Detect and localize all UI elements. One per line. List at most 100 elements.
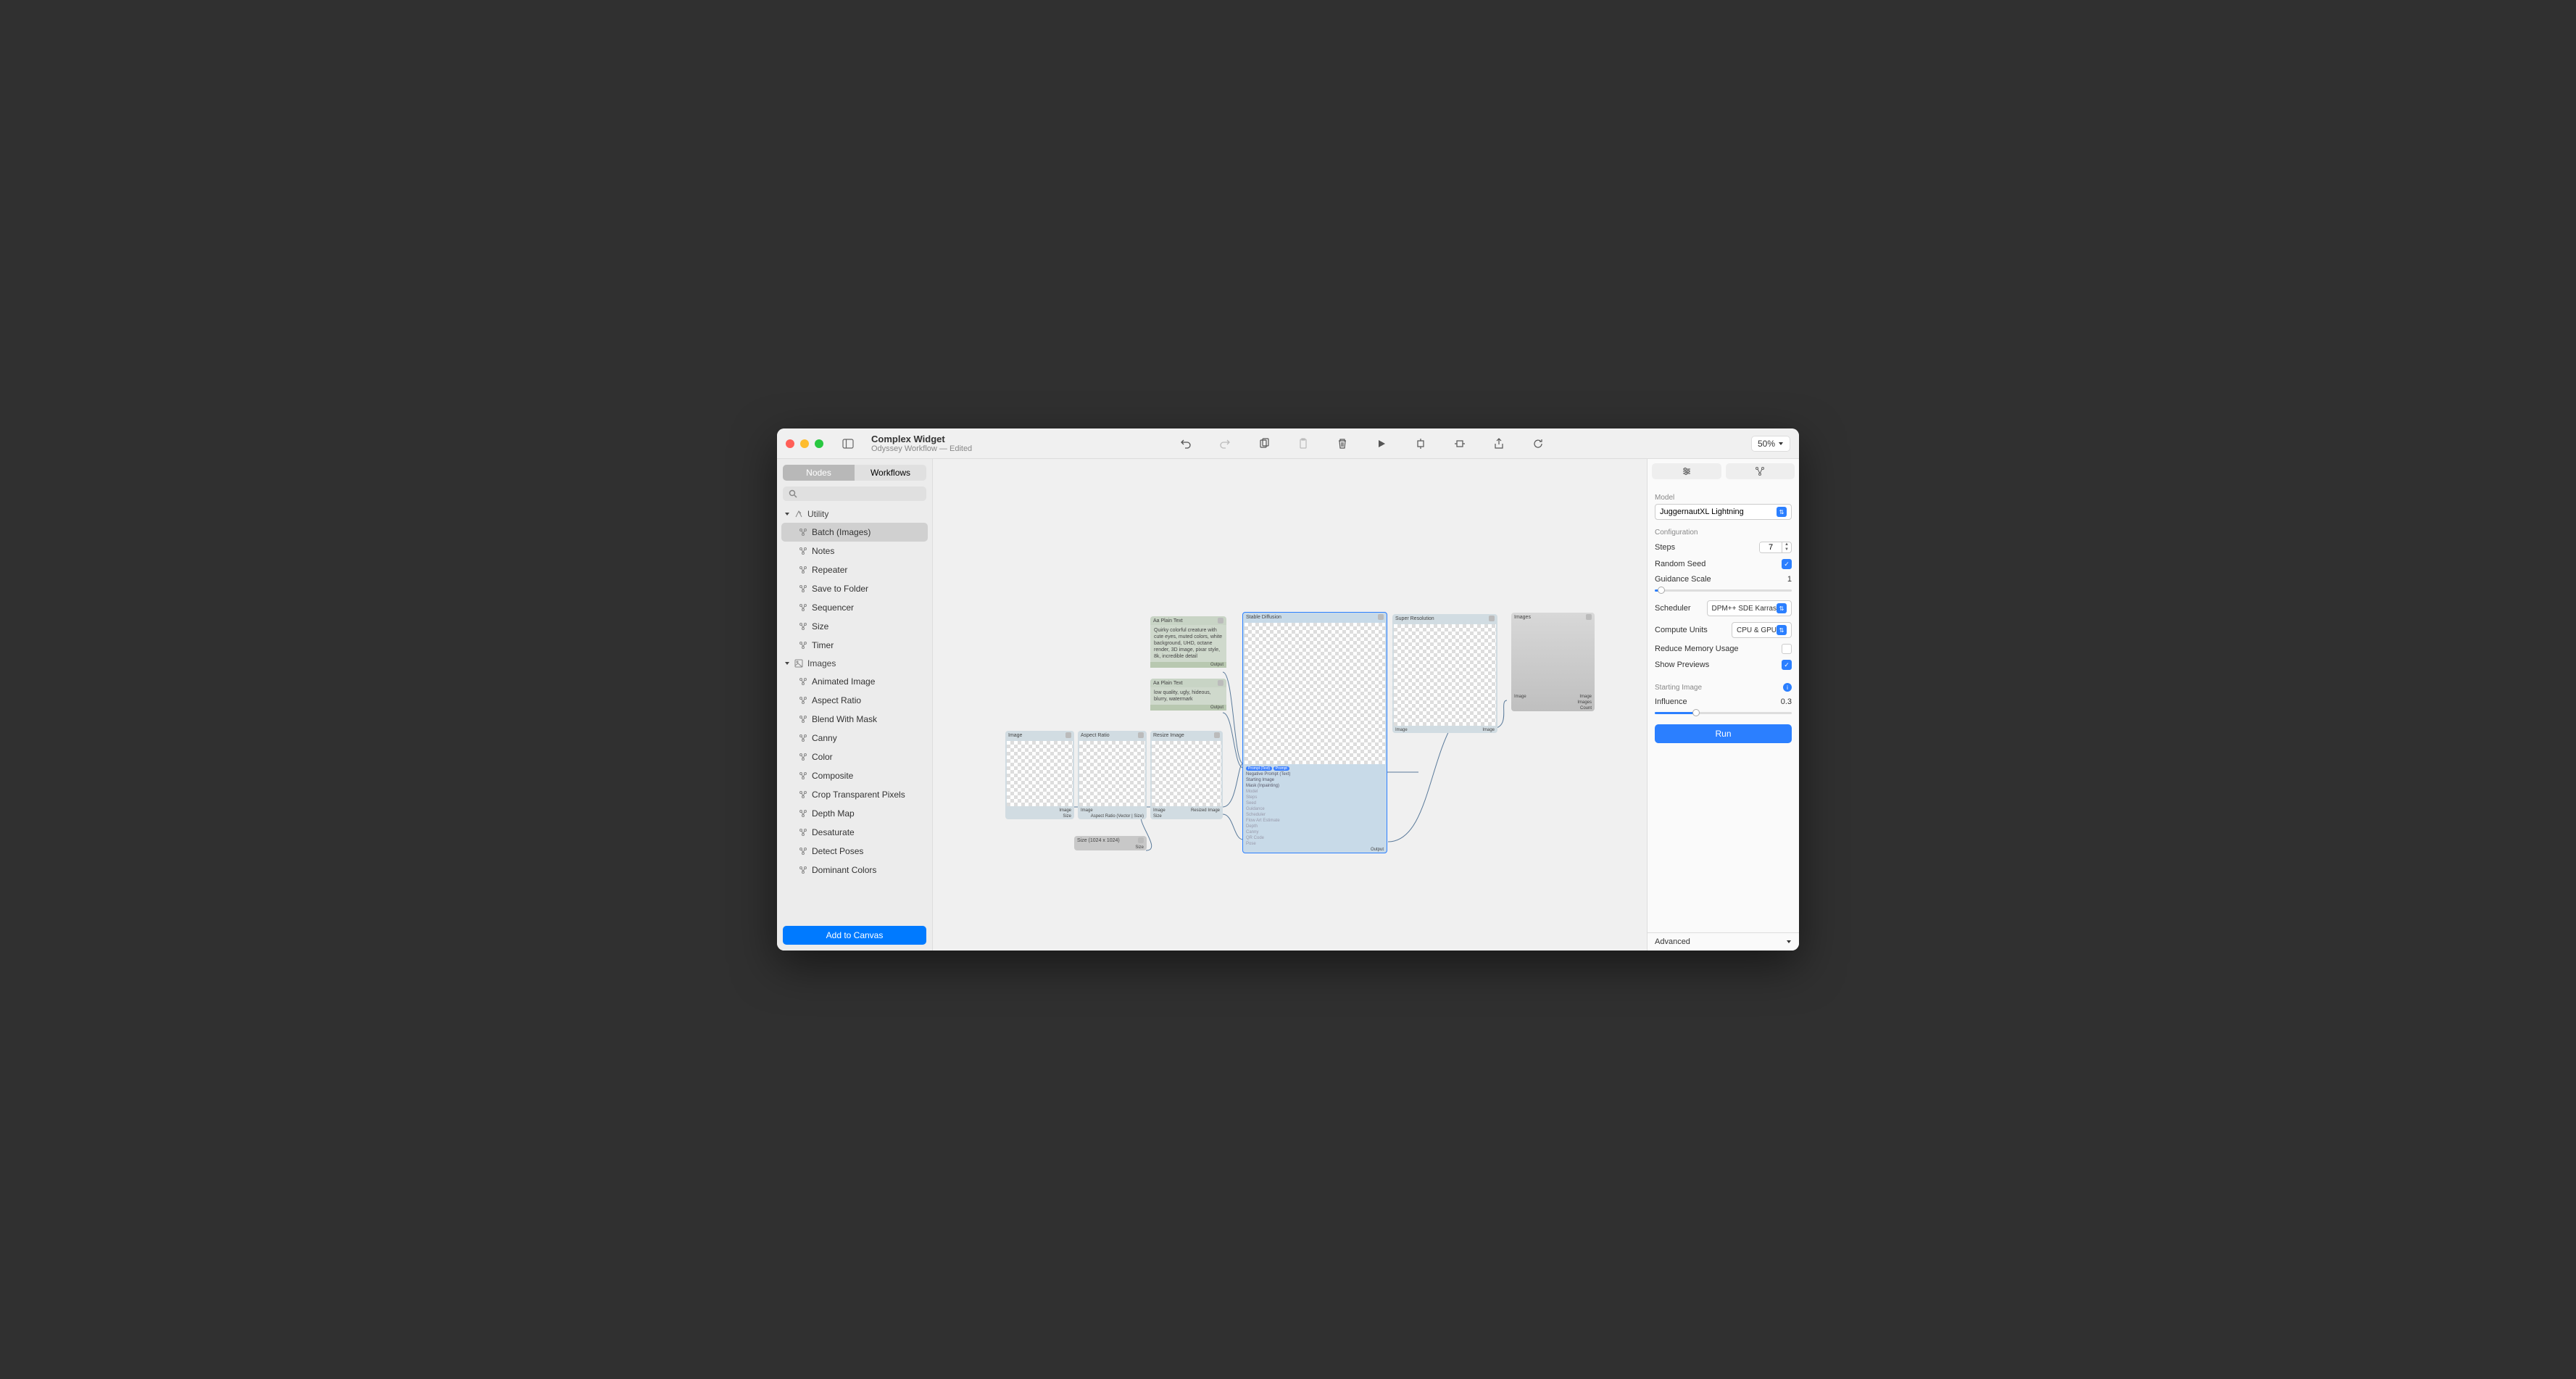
group-label: Utility	[807, 509, 828, 519]
previews-checkbox[interactable]: ✓	[1782, 660, 1792, 670]
delete-button[interactable]	[1334, 435, 1351, 452]
node-close-icon[interactable]	[1489, 616, 1495, 621]
node-close-icon[interactable]	[1378, 614, 1384, 620]
search-input[interactable]	[783, 486, 926, 501]
refresh-button[interactable]	[1529, 435, 1547, 452]
node-close-icon[interactable]	[1586, 614, 1592, 620]
titlebar: Complex Widget Odyssey Workflow — Edited…	[777, 428, 1799, 459]
node-close-icon[interactable]	[1065, 732, 1071, 738]
sidebar-toggle-button[interactable]	[838, 435, 858, 452]
starting-image-label: Starting Image	[1655, 684, 1702, 692]
group-images[interactable]: Images	[777, 655, 932, 672]
stepper-up-icon[interactable]: ▲	[1782, 542, 1791, 547]
random-seed-label: Random Seed	[1655, 560, 1705, 568]
node-close-icon[interactable]	[1138, 837, 1144, 843]
item-canny[interactable]: Canny	[777, 729, 932, 748]
run-button[interactable]: Run	[1655, 724, 1792, 743]
group-label: Images	[807, 658, 836, 668]
model-section-label: Model	[1655, 494, 1792, 502]
stepper-down-icon[interactable]: ▼	[1782, 547, 1791, 552]
paste-button[interactable]	[1295, 435, 1312, 452]
node-close-icon[interactable]	[1218, 618, 1223, 624]
scheduler-select[interactable]: DPM++ SDE Karras ⇅	[1707, 600, 1792, 616]
item-color[interactable]: Color	[777, 748, 932, 766]
inspector-tab-sliders[interactable]	[1652, 463, 1721, 479]
crop-out-button[interactable]	[1451, 435, 1468, 452]
node-close-icon[interactable]	[1214, 732, 1220, 738]
info-icon[interactable]: i	[1783, 683, 1792, 692]
guidance-slider[interactable]	[1655, 589, 1792, 592]
steps-input[interactable]	[1760, 543, 1782, 552]
canvas-node-image[interactable]: Image Image Size	[1005, 731, 1074, 819]
random-seed-checkbox[interactable]: ✓	[1782, 559, 1792, 569]
canvas-node-stable-diffusion[interactable]: Stable Diffusion Prompt (Text) Prompt Ne…	[1242, 612, 1387, 853]
inspector: Model JuggernautXL Lightning ⇅ Configura…	[1647, 459, 1799, 951]
traffic-lights	[786, 439, 823, 448]
tab-nodes[interactable]: Nodes	[783, 465, 855, 481]
influence-label: Influence	[1655, 697, 1687, 706]
zoom-dropdown[interactable]: 50%	[1751, 436, 1790, 452]
item-blend-mask[interactable]: Blend With Mask	[777, 710, 932, 729]
minimize-window-button[interactable]	[800, 439, 809, 448]
tab-workflows[interactable]: Workflows	[855, 465, 926, 481]
guidance-value: 1	[1787, 575, 1792, 584]
influence-slider[interactable]	[1655, 712, 1792, 714]
group-utility[interactable]: Utility	[777, 505, 932, 523]
item-sequencer[interactable]: Sequencer	[777, 598, 932, 617]
reduce-memory-checkbox[interactable]	[1782, 644, 1792, 654]
play-button[interactable]	[1373, 435, 1390, 452]
body: Nodes Workflows Utility Batch (Images) N…	[777, 459, 1799, 951]
maximize-window-button[interactable]	[815, 439, 823, 448]
item-desaturate[interactable]: Desaturate	[777, 823, 932, 842]
scheduler-label: Scheduler	[1655, 604, 1691, 613]
inspector-tabs	[1648, 459, 1799, 484]
add-to-canvas-button[interactable]: Add to Canvas	[783, 926, 926, 945]
canvas-node-aspect-ratio[interactable]: Aspect Ratio Image Aspect Ratio (Vector …	[1078, 731, 1147, 819]
sidebar-segmented: Nodes Workflows	[777, 459, 932, 486]
node-close-icon[interactable]	[1218, 680, 1223, 686]
copy-button[interactable]	[1255, 435, 1273, 452]
zoom-value: 50%	[1758, 439, 1775, 449]
canvas[interactable]: Image Image Size Aspect Ratio Image Aspe…	[933, 459, 1647, 951]
node-close-icon[interactable]	[1138, 732, 1144, 738]
canvas-node-resize[interactable]: Resize Image ImageResized Image Size	[1150, 731, 1223, 819]
item-aspect-ratio[interactable]: Aspect Ratio	[777, 691, 932, 710]
chevron-down-icon	[1786, 939, 1792, 945]
undo-button[interactable]	[1177, 435, 1194, 452]
redo-button[interactable]	[1216, 435, 1234, 452]
chevron-updown-icon: ⇅	[1777, 603, 1787, 613]
crop-in-button[interactable]	[1412, 435, 1429, 452]
item-save-folder[interactable]: Save to Folder	[777, 579, 932, 598]
item-batch-images[interactable]: Batch (Images)	[781, 523, 928, 542]
inspector-tab-graph[interactable]	[1726, 463, 1795, 479]
title-sub: Odyssey Workflow — Edited	[871, 444, 972, 453]
canvas-node-prompt-positive[interactable]: Aa Plain Text Quirky colorful creature w…	[1150, 616, 1226, 668]
model-select[interactable]: JuggernautXL Lightning ⇅	[1655, 504, 1792, 520]
canvas-node-super-resolution[interactable]: Super Resolution ImageImage	[1392, 614, 1497, 733]
close-window-button[interactable]	[786, 439, 794, 448]
item-crop-transparent[interactable]: Crop Transparent Pixels	[777, 785, 932, 804]
share-button[interactable]	[1490, 435, 1508, 452]
canvas-node-size[interactable]: Size (1024 x 1024) Size	[1074, 836, 1147, 850]
item-timer[interactable]: Timer	[777, 636, 932, 655]
item-composite[interactable]: Composite	[777, 766, 932, 785]
compute-select[interactable]: CPU & GPU ⇅	[1732, 622, 1792, 638]
steps-stepper[interactable]: ▲▼	[1759, 542, 1792, 553]
item-size[interactable]: Size	[777, 617, 932, 636]
title-main: Complex Widget	[871, 434, 972, 444]
item-depth-map[interactable]: Depth Map	[777, 804, 932, 823]
item-dominant-colors[interactable]: Dominant Colors	[777, 861, 932, 879]
influence-value: 0.3	[1781, 697, 1792, 706]
item-repeater[interactable]: Repeater	[777, 560, 932, 579]
item-animated-image[interactable]: Animated Image	[777, 672, 932, 691]
item-notes[interactable]: Notes	[777, 542, 932, 560]
chevron-updown-icon: ⇅	[1777, 507, 1787, 517]
app-window: Complex Widget Odyssey Workflow — Edited…	[777, 428, 1799, 951]
chevron-updown-icon: ⇅	[1777, 625, 1787, 635]
item-detect-poses[interactable]: Detect Poses	[777, 842, 932, 861]
steps-label: Steps	[1655, 543, 1675, 552]
previews-label: Show Previews	[1655, 660, 1709, 669]
advanced-toggle[interactable]: Advanced	[1648, 932, 1799, 951]
canvas-node-prompt-negative[interactable]: Aa Plain Text low quality, ugly, hideous…	[1150, 679, 1226, 711]
canvas-node-images-output[interactable]: Images ImageImage Images Count	[1511, 613, 1595, 711]
